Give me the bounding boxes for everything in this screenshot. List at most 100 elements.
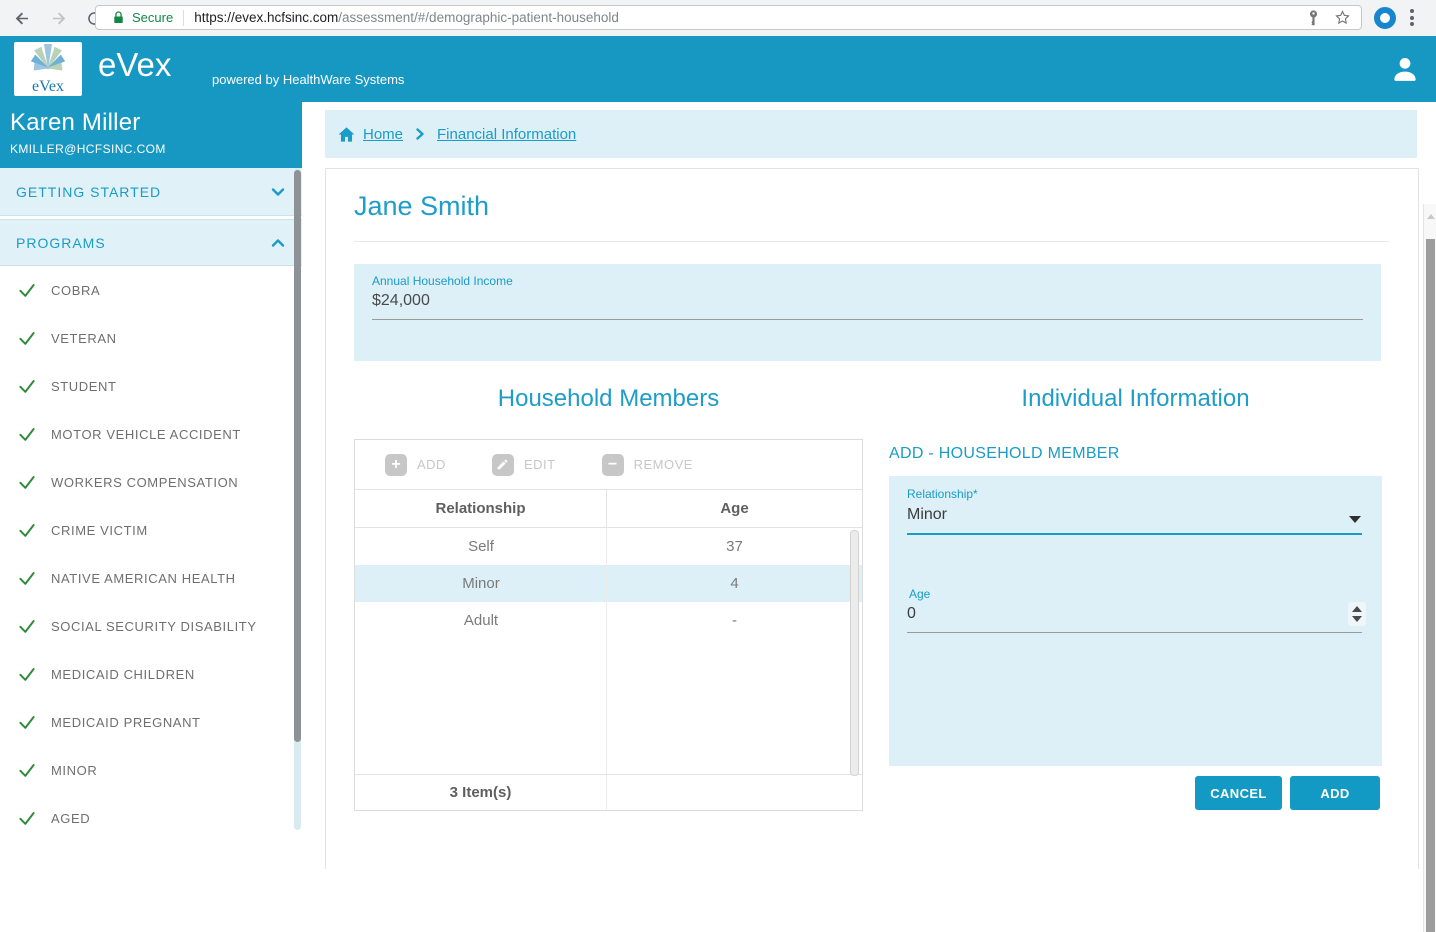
check-icon — [16, 471, 38, 493]
forward-arrow-icon — [49, 9, 68, 28]
cell-relationship: Adult — [355, 602, 607, 639]
browser-toolbar: Secure https://evex.hcfsinc.com/assessme… — [0, 0, 1436, 36]
breadcrumb-home-link[interactable]: Home — [363, 126, 403, 143]
url-text: https://evex.hcfsinc.com/assessment/#/de… — [194, 10, 619, 25]
sidebar: Karen Miller KMILLER@HCFSINC.COM GETTING… — [0, 102, 302, 830]
column-header-age[interactable]: Age — [607, 490, 862, 527]
programs-label: PROGRAMS — [16, 235, 106, 251]
individual-form-panel: Relationship* Minor Age 0 — [889, 476, 1382, 766]
item-count: 3 Item(s) — [355, 775, 607, 810]
browser-forward-button[interactable] — [44, 4, 72, 32]
home-icon[interactable] — [337, 125, 356, 144]
minus-icon: − — [602, 454, 624, 476]
sidebar-item-workers-compensation[interactable]: WORKERS COMPENSATION — [0, 458, 302, 506]
cancel-button[interactable]: CANCEL — [1195, 776, 1282, 810]
grid-remove-button[interactable]: − REMOVE — [602, 454, 693, 476]
age-stepper[interactable] — [1348, 602, 1366, 626]
secure-label: Secure — [132, 10, 173, 25]
page-scrollbar[interactable] — [1423, 204, 1436, 932]
sidebar-item-label: MOTOR VEHICLE ACCIDENT — [51, 427, 241, 442]
grid-header-row: Relationship Age — [355, 490, 862, 528]
app-header: eVex eVex powered by HealthWare Systems — [0, 36, 1436, 102]
breadcrumb-current-link[interactable]: Financial Information — [437, 126, 576, 143]
table-scrollbar-thumb[interactable] — [850, 530, 859, 776]
cell-age: - — [607, 602, 862, 639]
url-host: https://evex.hcfsinc.com — [194, 10, 338, 25]
check-icon — [16, 567, 38, 589]
sidebar-user-block: Karen Miller KMILLER@HCFSINC.COM — [0, 102, 302, 168]
url-path: /assessment/#/demographic-patient-househ… — [338, 10, 619, 25]
sidebar-item-aged[interactable]: AGED — [0, 794, 302, 842]
sidebar-item-minor[interactable]: MINOR — [0, 746, 302, 794]
add-button[interactable]: ADD — [1290, 776, 1380, 810]
breadcrumb-chevron-icon — [414, 128, 426, 140]
sidebar-item-social-security-disability[interactable]: SOCIAL SECURITY DISABILITY — [0, 602, 302, 650]
sidebar-item-cobra[interactable]: COBRA — [0, 266, 302, 314]
password-key-icon[interactable] — [1305, 9, 1322, 26]
cell-relationship: Minor — [355, 565, 607, 602]
income-field-underline — [372, 319, 1363, 320]
programs-list: COBRA VETERANSTUDENT MOTOR VEHICLE ACCIDEN… — [0, 266, 302, 842]
getting-started-label: GETTING STARTED — [16, 184, 161, 200]
individual-information-title: Individual Information — [889, 385, 1382, 413]
cell-age: 37 — [607, 528, 862, 565]
sidebar-scrollbar[interactable] — [294, 168, 301, 830]
check-icon — [16, 711, 38, 733]
back-arrow-icon — [13, 9, 32, 28]
income-panel: Annual Household Income $24,000 — [354, 264, 1381, 361]
sidebar-item-motor-vehicle-accident[interactable]: MOTOR VEHICLE ACCIDENT — [0, 410, 302, 458]
table-row[interactable]: Adult- — [355, 602, 862, 639]
page: { "browser": { "secure_label": "Secure",… — [0, 0, 1436, 830]
sidebar-item-medicaid-children[interactable]: MEDICAID CHILDREN — [0, 650, 302, 698]
table-body: Self37Minor4Adult- — [355, 528, 862, 774]
stepper-up-icon[interactable] — [1352, 606, 1362, 612]
sidebar-item-medicaid-pregnant[interactable]: MEDICAID PREGNANT — [0, 698, 302, 746]
age-number-input[interactable]: 0 — [907, 605, 916, 623]
check-icon — [16, 279, 38, 301]
check-icon — [16, 519, 38, 541]
scrollbar-up-arrow-icon[interactable] — [1427, 214, 1435, 219]
divider — [354, 241, 1389, 242]
url-separator — [183, 10, 184, 26]
table-row[interactable]: Minor4 — [355, 565, 862, 602]
grid-add-label: ADD — [417, 457, 446, 472]
relationship-select-value[interactable]: Minor — [907, 506, 947, 524]
sidebar-item-label: CRIME VICTIM — [51, 523, 148, 538]
evex-logo-graphic: eVex — [14, 42, 82, 96]
check-icon — [16, 807, 38, 829]
sidebar-item-veteran[interactable]: VETERAN — [0, 314, 302, 362]
sidebar-item-label: COBRA — [51, 283, 100, 298]
address-bar[interactable]: Secure https://evex.hcfsinc.com/assessme… — [95, 5, 1362, 30]
check-icon — [16, 375, 38, 397]
user-account-icon[interactable] — [1390, 54, 1420, 84]
sidebar-item-student[interactable]: STUDENT — [0, 362, 302, 410]
bookmark-star-icon[interactable] — [1334, 9, 1351, 26]
powered-by-text: powered by HealthWare Systems — [212, 72, 404, 87]
browser-menu-icon[interactable] — [1410, 9, 1414, 26]
sidebar-scrollbar-thumb[interactable] — [294, 170, 301, 742]
page-scrollbar-thumb[interactable] — [1426, 239, 1435, 932]
grid-add-button[interactable]: + ADD — [385, 454, 446, 476]
breadcrumb: Home Financial Information — [325, 110, 1417, 158]
sidebar-item-label: NATIVE AMERICAN HEALTH — [51, 571, 236, 586]
browser-back-button[interactable] — [8, 4, 36, 32]
stepper-down-icon[interactable] — [1352, 616, 1362, 622]
sidebar-item-crime-victim[interactable]: CRIME VICTIM — [0, 506, 302, 554]
sidebar-section-programs[interactable]: PROGRAMS — [0, 219, 302, 266]
add-household-member-title: ADD - HOUSEHOLD MEMBER — [889, 445, 1120, 463]
browser-profile-avatar[interactable] — [1374, 7, 1396, 29]
check-icon — [16, 759, 38, 781]
table-row[interactable]: Self37 — [355, 528, 862, 565]
grid-edit-button[interactable]: EDIT — [492, 454, 556, 476]
income-field-label: Annual Household Income — [372, 274, 513, 288]
sidebar-item-label: SOCIAL SECURITY DISABILITY — [51, 619, 257, 634]
grid-toolbar: + ADD EDIT − REMOVE — [355, 440, 862, 490]
sidebar-section-getting-started[interactable]: GETTING STARTED — [0, 168, 302, 216]
check-icon — [16, 423, 38, 445]
income-field-value[interactable]: $24,000 — [372, 292, 430, 310]
grid-edit-label: EDIT — [524, 457, 556, 472]
sidebar-item-native-american-health[interactable]: NATIVE AMERICAN HEALTH — [0, 554, 302, 602]
dropdown-caret-icon[interactable] — [1349, 516, 1361, 523]
column-header-relationship[interactable]: Relationship — [355, 490, 607, 527]
patient-name: Jane Smith — [354, 191, 489, 222]
